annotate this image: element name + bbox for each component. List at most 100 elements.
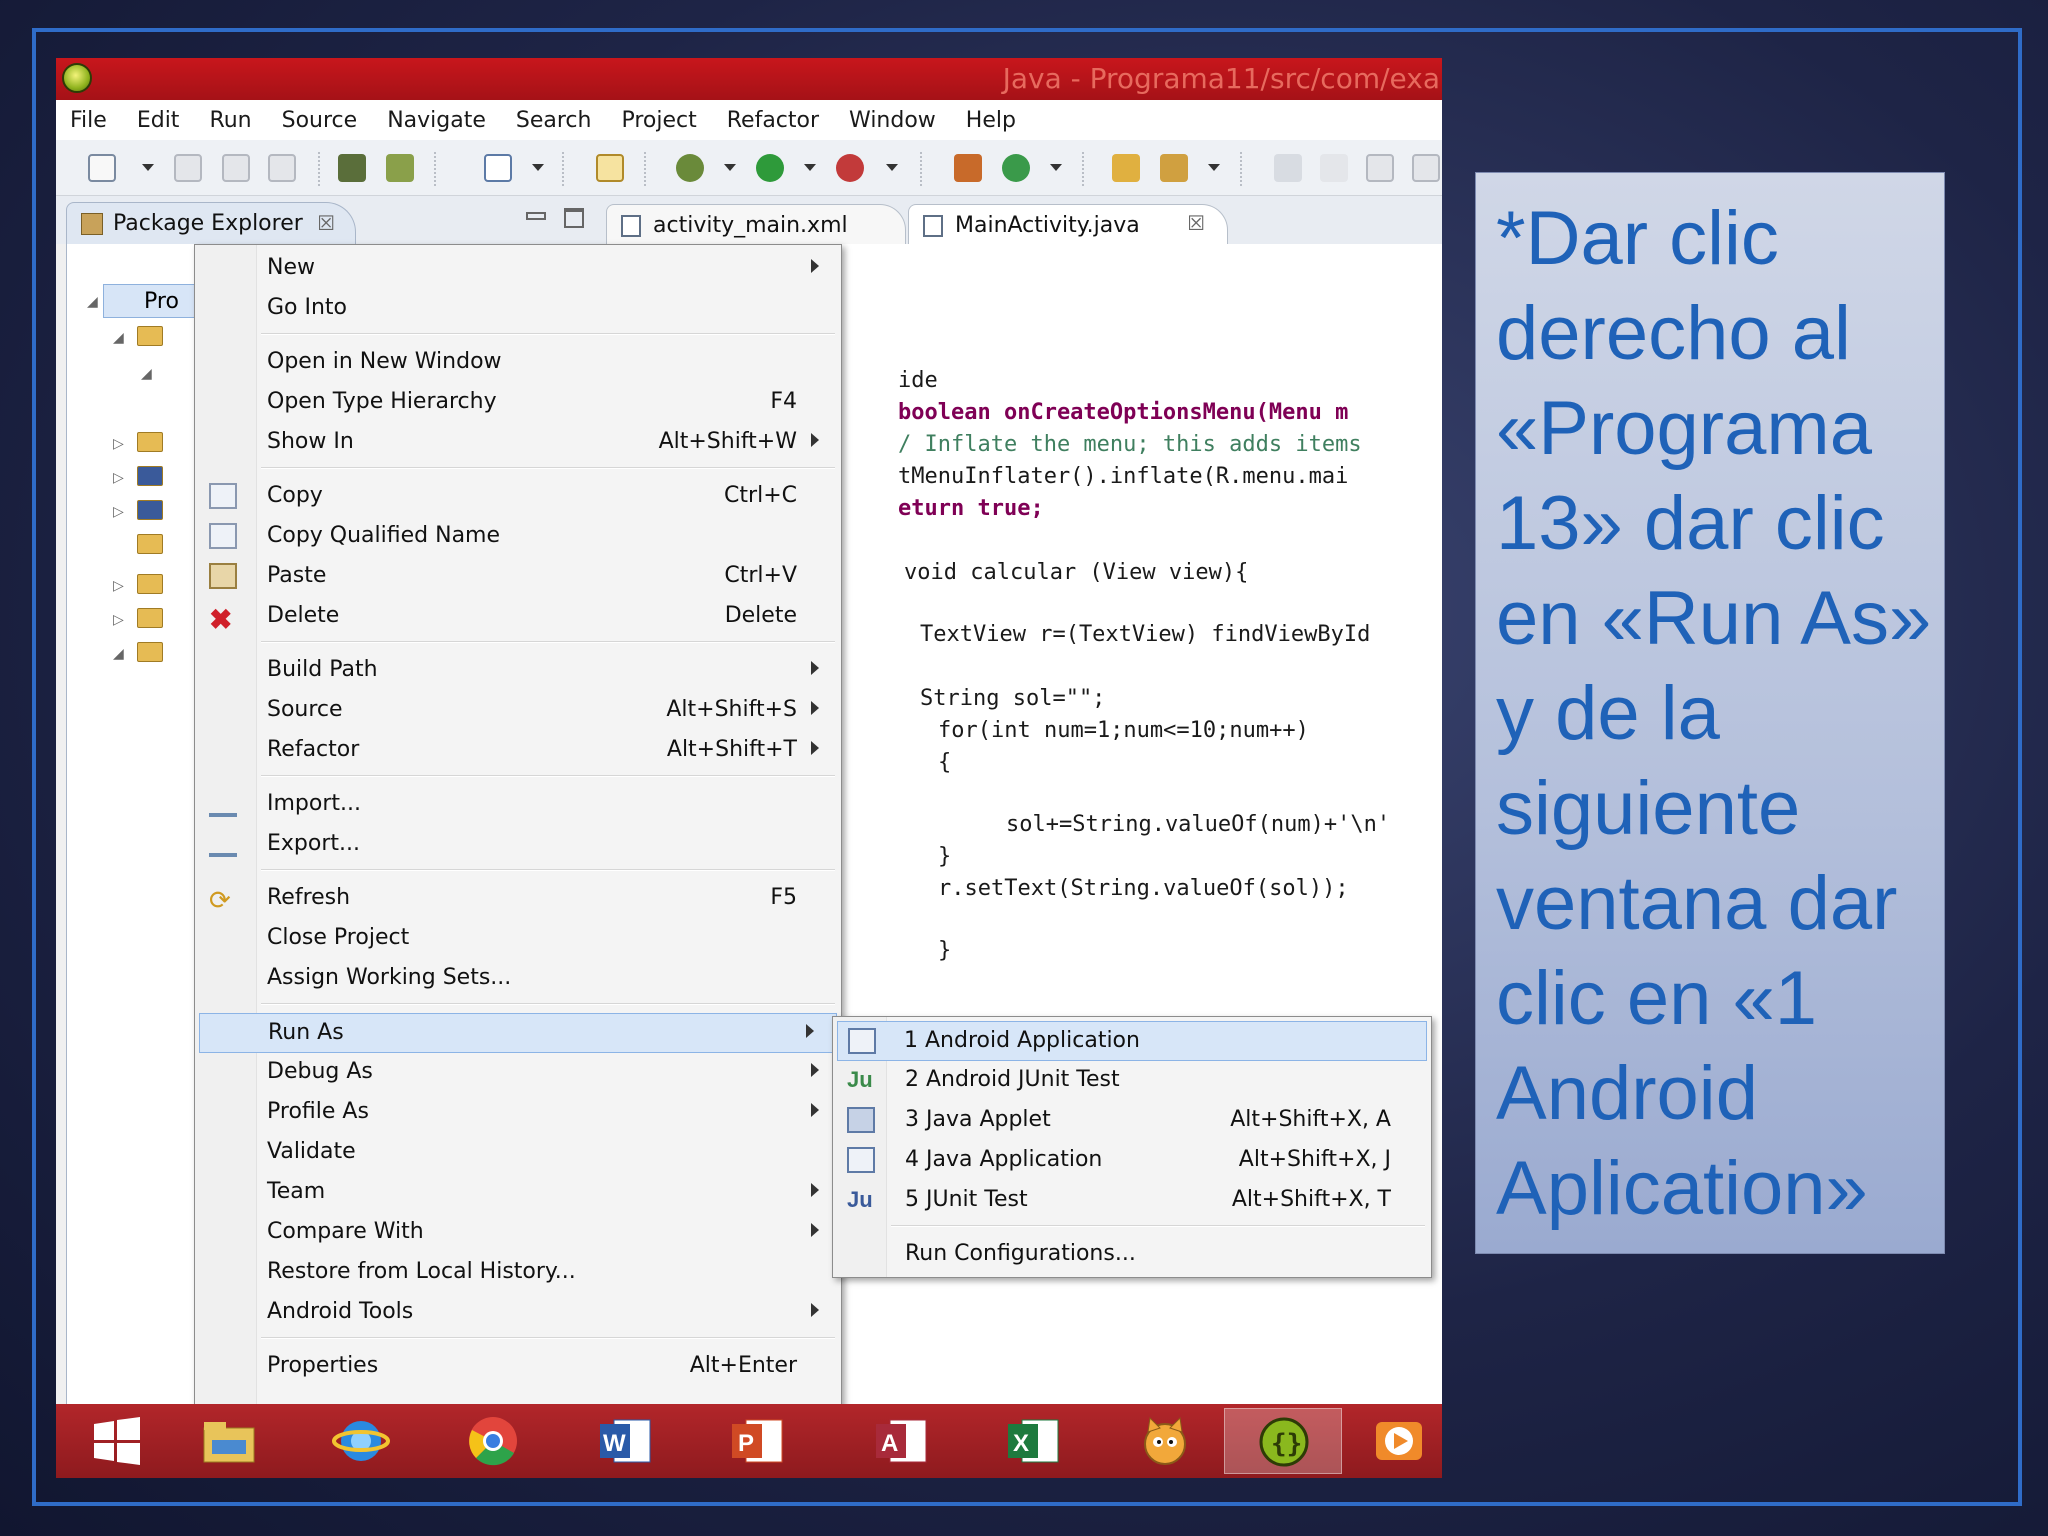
- menu-window[interactable]: Window: [849, 108, 936, 133]
- taskbar-eclipse[interactable]: {}: [1224, 1408, 1342, 1474]
- menu-item-export[interactable]: Export...: [195, 825, 841, 865]
- menu-item-refactor[interactable]: Refactor Alt+Shift+T: [195, 731, 841, 771]
- tree-row[interactable]: ▷: [67, 430, 199, 456]
- expanded-arrow-icon[interactable]: ◢: [87, 293, 98, 310]
- menu-item-run-as[interactable]: Run As: [199, 1013, 837, 1053]
- pen-icon[interactable]: [1320, 154, 1348, 182]
- chevron-down-icon[interactable]: [804, 164, 816, 171]
- menu-item-profile-as[interactable]: Profile As: [195, 1093, 841, 1133]
- chevron-down-icon[interactable]: [142, 164, 154, 171]
- menu-item-restore-history[interactable]: Restore from Local History...: [195, 1253, 841, 1293]
- menu-item-new[interactable]: New: [195, 249, 841, 289]
- collapsed-arrow-icon[interactable]: ▷: [113, 503, 124, 520]
- annotation-icon[interactable]: [1274, 154, 1302, 182]
- expanded-arrow-icon[interactable]: ◢: [141, 365, 152, 382]
- tab-package-explorer[interactable]: Package Explorer ☒: [66, 202, 356, 244]
- menu-item-android-tools[interactable]: Android Tools: [195, 1293, 841, 1333]
- menu-item-android-application[interactable]: 1 Android Application: [837, 1021, 1427, 1061]
- taskbar-media-player[interactable]: [1356, 1408, 1442, 1474]
- tree-row[interactable]: ◢: [67, 324, 199, 350]
- menu-file[interactable]: File: [70, 108, 107, 133]
- menu-item-import[interactable]: Import...: [195, 785, 841, 825]
- menu-item-copy-qualified-name[interactable]: Copy Qualified Name: [195, 517, 841, 557]
- collapsed-arrow-icon[interactable]: ▷: [113, 611, 124, 628]
- taskbar-powerpoint[interactable]: P: [698, 1408, 816, 1474]
- new-java-package-icon[interactable]: [954, 154, 982, 182]
- android-avd-manager-icon[interactable]: [386, 154, 414, 182]
- debug-icon[interactable]: [676, 154, 704, 182]
- menu-search[interactable]: Search: [516, 108, 592, 133]
- close-icon[interactable]: ☒: [1187, 211, 1205, 235]
- chevron-down-icon[interactable]: [724, 164, 736, 171]
- expanded-arrow-icon[interactable]: ◢: [113, 645, 124, 662]
- collapsed-arrow-icon[interactable]: ▷: [113, 435, 124, 452]
- taskbar-scratch[interactable]: [1106, 1408, 1224, 1474]
- taskbar-access[interactable]: A: [842, 1408, 960, 1474]
- tree-row[interactable]: ▷: [67, 572, 199, 598]
- tree-row[interactable]: [67, 532, 199, 558]
- menu-item-source[interactable]: Source Alt+Shift+S: [195, 691, 841, 731]
- chevron-down-icon[interactable]: [886, 164, 898, 171]
- tree-row[interactable]: ▷: [67, 606, 199, 632]
- block-selection-icon[interactable]: [1366, 154, 1394, 182]
- menu-item-java-applet[interactable]: 3 Java Applet Alt+Shift+X, A: [833, 1101, 1431, 1141]
- run-icon[interactable]: [756, 154, 784, 182]
- menu-edit[interactable]: Edit: [137, 108, 180, 133]
- menu-item-open-type-hierarchy[interactable]: Open Type Hierarchy F4: [195, 383, 841, 423]
- print-icon[interactable]: [268, 154, 296, 182]
- taskbar-excel[interactable]: X: [974, 1408, 1092, 1474]
- taskbar-file-explorer[interactable]: [170, 1408, 288, 1474]
- menu-project[interactable]: Project: [621, 108, 696, 133]
- menu-item-properties[interactable]: Properties Alt+Enter: [195, 1347, 841, 1387]
- menu-item-refresh[interactable]: ⟳ Refresh F5: [195, 879, 841, 919]
- menu-help[interactable]: Help: [966, 108, 1016, 133]
- menu-item-copy[interactable]: Copy Ctrl+C: [195, 477, 841, 517]
- tree-row[interactable]: ◢: [67, 360, 199, 386]
- menu-item-assign-working-sets[interactable]: Assign Working Sets...: [195, 959, 841, 999]
- chevron-down-icon[interactable]: [532, 164, 544, 171]
- menu-item-paste[interactable]: Paste Ctrl+V: [195, 557, 841, 597]
- chevron-down-icon[interactable]: [1208, 164, 1220, 171]
- menu-item-delete[interactable]: ✖ Delete Delete: [195, 597, 841, 637]
- close-icon[interactable]: ☒: [317, 211, 335, 235]
- tab-mainactivity-java[interactable]: MainActivity.java ☒: [908, 204, 1228, 244]
- tree-row[interactable]: ◢: [67, 640, 199, 666]
- minimize-icon[interactable]: [526, 212, 546, 220]
- taskbar-word[interactable]: W: [566, 1408, 684, 1474]
- menu-navigate[interactable]: Navigate: [387, 108, 486, 133]
- search-icon[interactable]: [1160, 154, 1188, 182]
- new-java-class-icon[interactable]: [1002, 154, 1030, 182]
- menu-item-close-project[interactable]: Close Project: [195, 919, 841, 959]
- menu-item-team[interactable]: Team: [195, 1173, 841, 1213]
- tree-row[interactable]: ▷: [67, 498, 199, 524]
- menu-item-build-path[interactable]: Build Path: [195, 651, 841, 691]
- tab-activity-main-xml[interactable]: activity_main.xml: [606, 204, 906, 244]
- expanded-arrow-icon[interactable]: ◢: [113, 329, 124, 346]
- taskbar-internet-explorer[interactable]: [302, 1408, 420, 1474]
- maximize-icon[interactable]: [564, 208, 584, 228]
- start-button[interactable]: [58, 1408, 176, 1474]
- menu-item-java-application[interactable]: 4 Java Application Alt+Shift+X, J: [833, 1141, 1431, 1181]
- checkbox-icon[interactable]: [484, 154, 512, 182]
- menu-refactor[interactable]: Refactor: [727, 108, 819, 133]
- external-tools-icon[interactable]: [836, 154, 864, 182]
- menu-source[interactable]: Source: [282, 108, 358, 133]
- menu-item-run-configurations[interactable]: Run Configurations...: [833, 1235, 1431, 1275]
- collapsed-arrow-icon[interactable]: ▷: [113, 469, 124, 486]
- collapsed-arrow-icon[interactable]: ▷: [113, 577, 124, 594]
- menu-item-go-into[interactable]: Go Into: [195, 289, 841, 329]
- open-type-icon[interactable]: [1112, 154, 1140, 182]
- android-sdk-manager-icon[interactable]: [338, 154, 366, 182]
- chevron-down-icon[interactable]: [1050, 164, 1062, 171]
- tree-row[interactable]: ▷: [67, 464, 199, 490]
- menu-item-open-new-window[interactable]: Open in New Window: [195, 343, 841, 383]
- menu-item-debug-as[interactable]: Debug As: [195, 1053, 841, 1093]
- save-icon[interactable]: [174, 154, 202, 182]
- new-icon[interactable]: [88, 154, 116, 182]
- menu-item-validate[interactable]: Validate: [195, 1133, 841, 1173]
- menu-item-compare-with[interactable]: Compare With: [195, 1213, 841, 1253]
- taskbar-chrome[interactable]: [434, 1408, 552, 1474]
- eclipse-app-icon[interactable]: [62, 63, 92, 93]
- show-whitespace-icon[interactable]: [1412, 154, 1440, 182]
- save-all-icon[interactable]: [222, 154, 250, 182]
